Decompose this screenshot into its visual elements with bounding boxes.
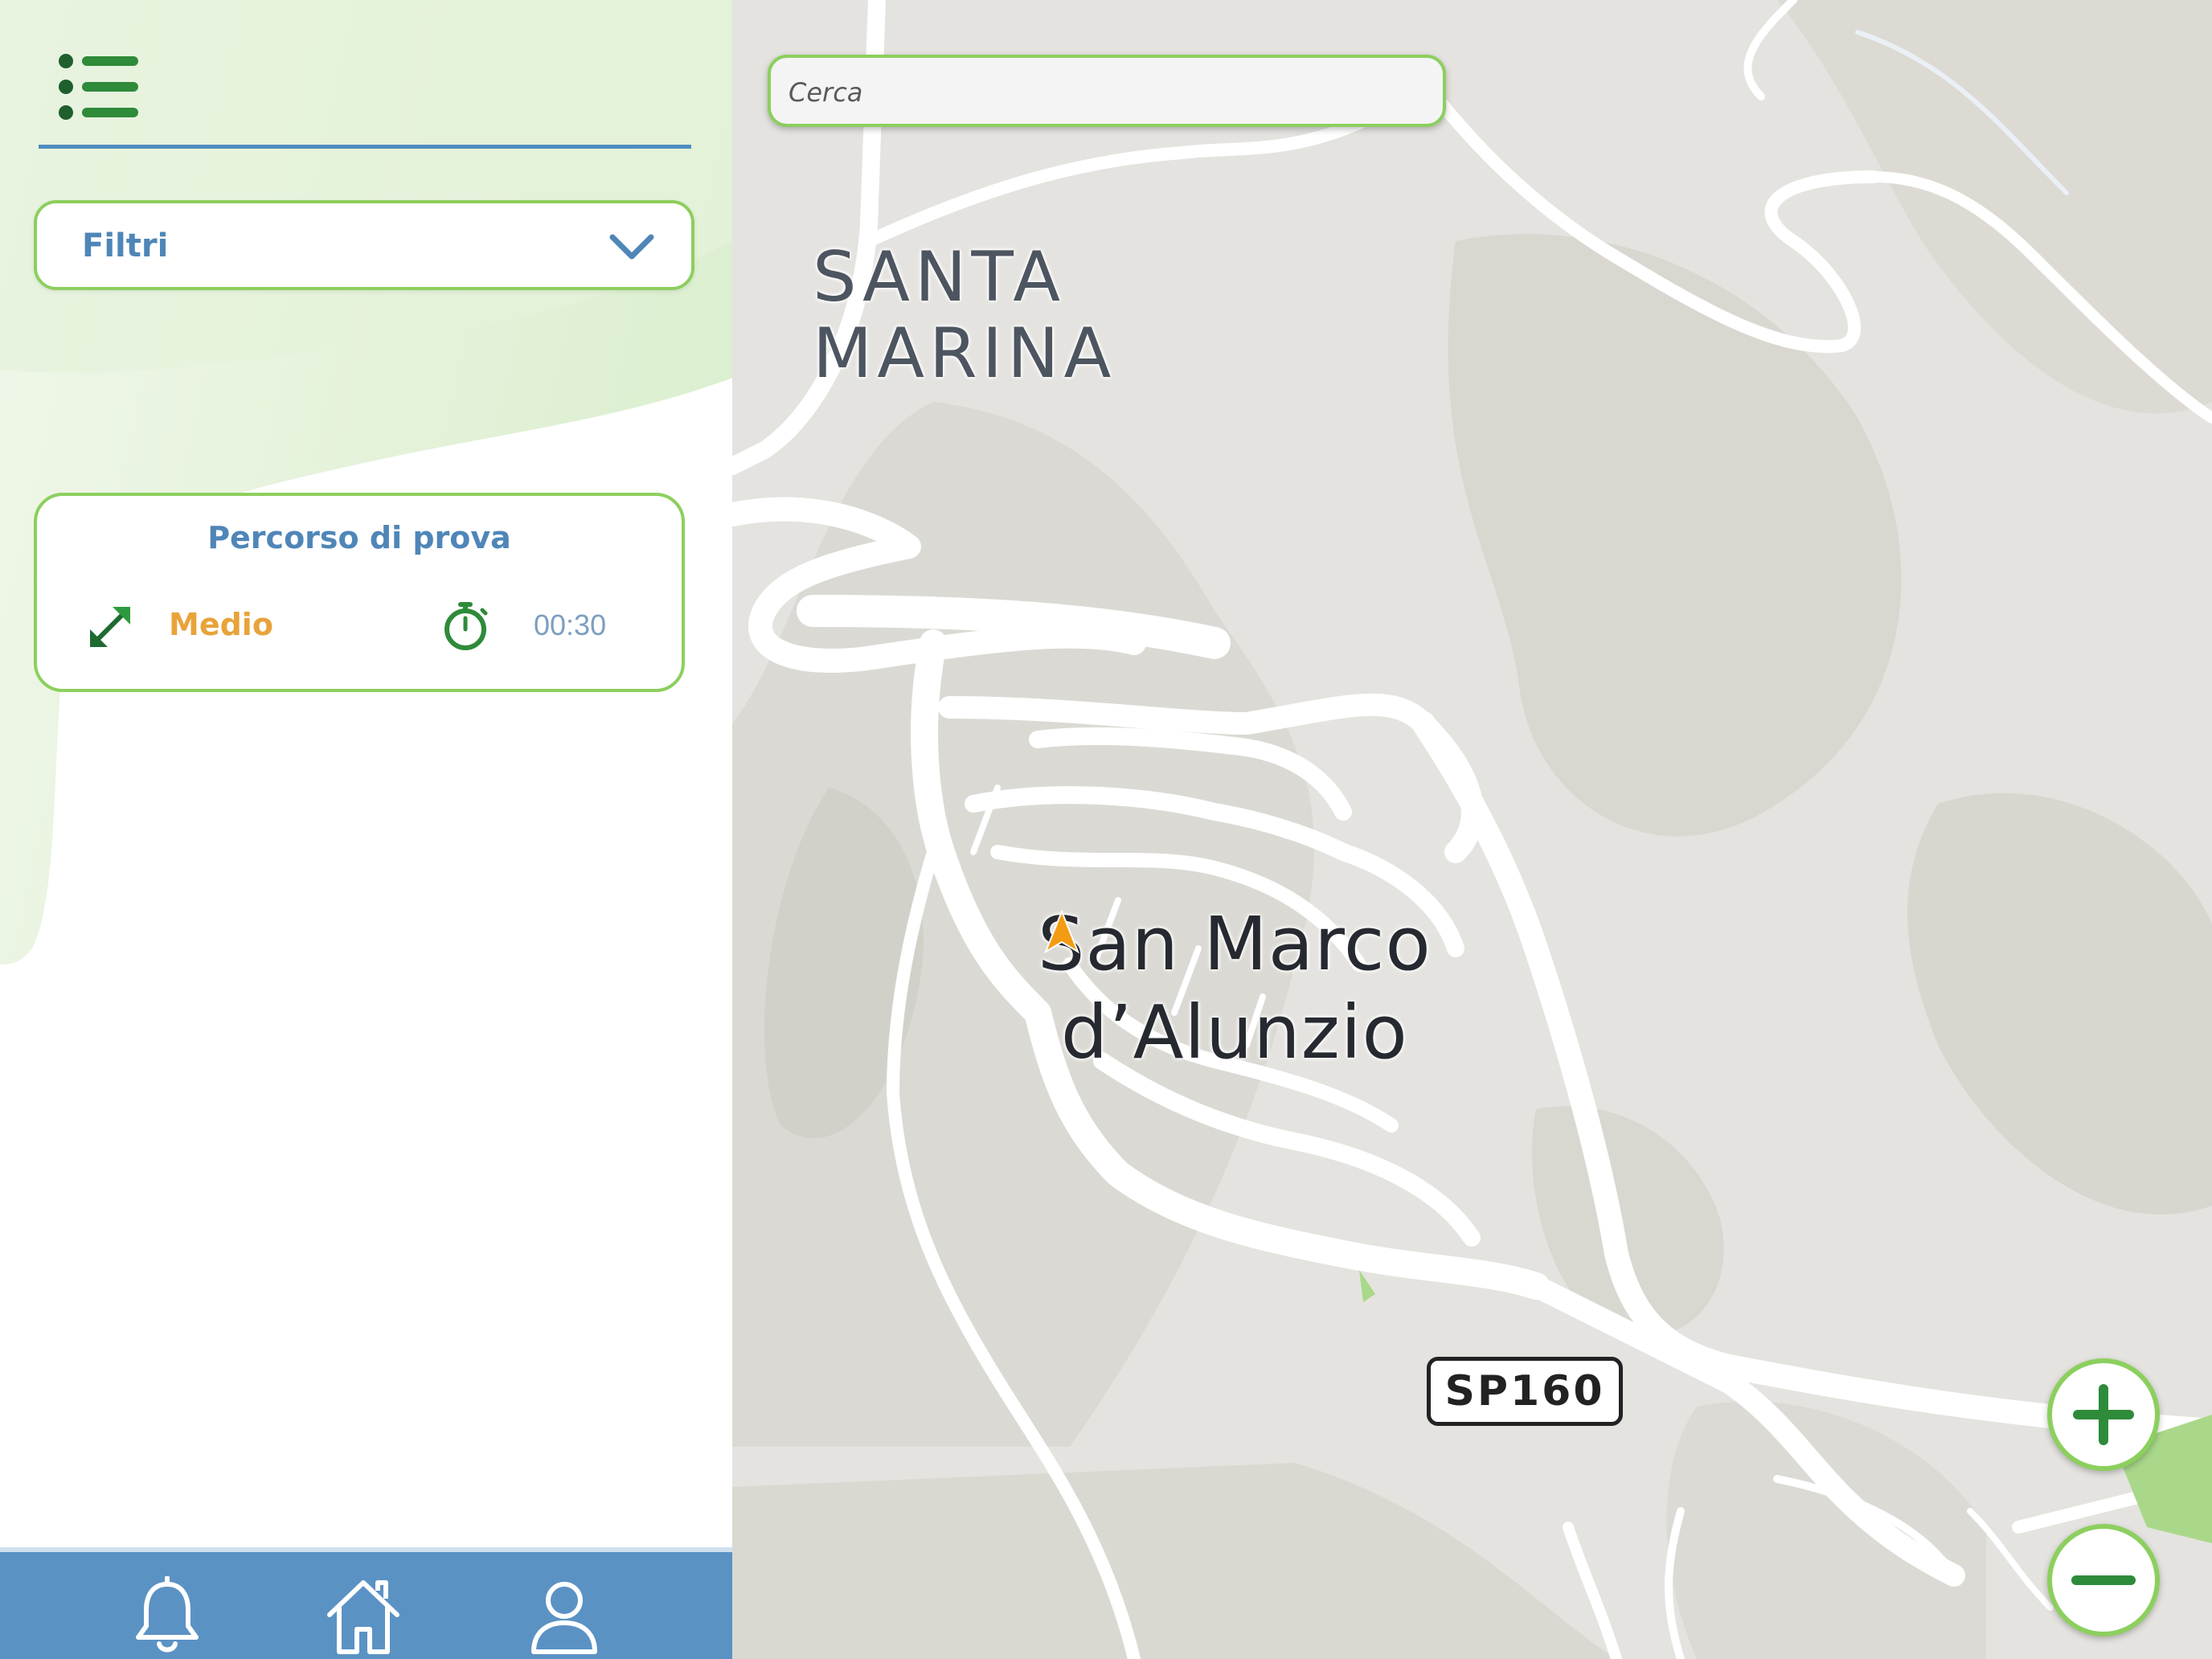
home-icon[interactable]	[325, 1576, 402, 1657]
zoom-out-button[interactable]	[2047, 1524, 2160, 1636]
search-input[interactable]	[787, 69, 1417, 116]
filter-label: Filtri	[82, 227, 169, 264]
place-label-santa-marina: SANTA MARINA	[813, 237, 1116, 394]
list-icon[interactable]	[48, 47, 145, 127]
difficulty-level: Medio	[169, 607, 273, 642]
bell-icon[interactable]	[129, 1576, 206, 1657]
user-icon[interactable]	[526, 1576, 603, 1657]
filter-dropdown[interactable]: Filtri	[34, 200, 694, 290]
plus-icon	[2073, 1384, 2134, 1445]
map-view[interactable]: SANTA MARINA San Marco d’Alunzio SP160	[732, 0, 2212, 1659]
route-duration: 00:30	[534, 608, 607, 641]
header-divider	[39, 145, 691, 149]
stopwatch-icon	[444, 602, 488, 650]
route-card[interactable]: Percorso di prova Medio 00:30	[34, 493, 685, 692]
route-title: Percorso di prova	[207, 520, 511, 555]
road-shield: SP160	[1427, 1357, 1623, 1426]
location-marker-icon[interactable]	[1043, 910, 1081, 958]
chevron-down-icon	[609, 234, 654, 260]
zoom-in-button[interactable]	[2047, 1358, 2160, 1471]
minus-icon	[2071, 1575, 2136, 1585]
place-label-san-marco: San Marco d’Alunzio	[1038, 900, 1432, 1078]
place-label-line: San Marco	[1038, 901, 1432, 987]
expand-arrows-icon	[90, 607, 130, 647]
sidebar: Filtri Percorso di prova Medio 00:30	[0, 0, 732, 1659]
search-field[interactable]	[768, 55, 1446, 127]
bottom-navigation	[0, 1547, 732, 1659]
place-label-line: d’Alunzio	[1060, 989, 1408, 1076]
